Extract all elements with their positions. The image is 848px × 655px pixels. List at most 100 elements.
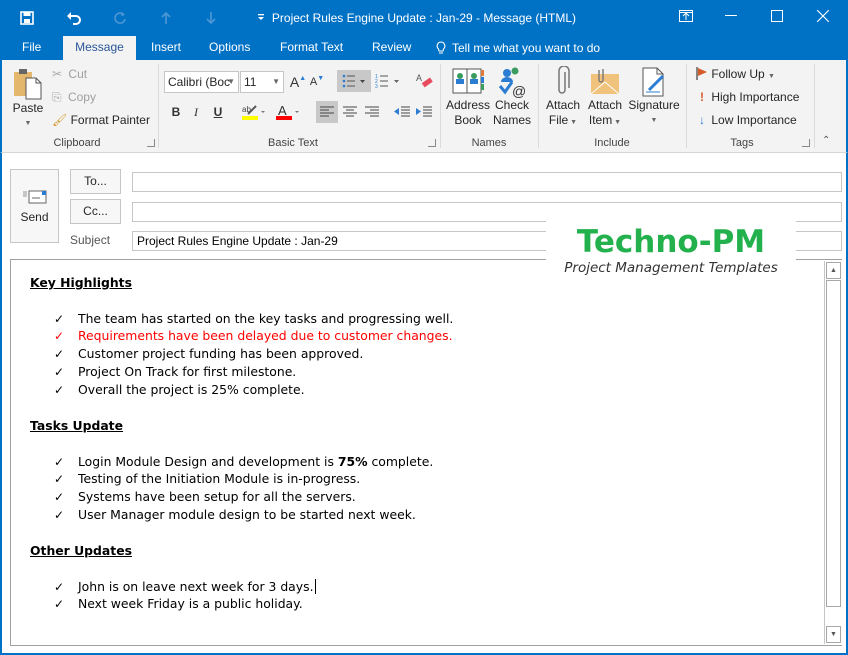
attach-item-button[interactable]: Attach Item ▼ <box>585 64 625 130</box>
tab-file[interactable]: File <box>14 36 49 60</box>
tab-options[interactable]: Options <box>201 36 258 60</box>
scrollbar-thumb[interactable] <box>826 280 841 607</box>
increase-indent-button[interactable] <box>413 101 435 123</box>
send-button[interactable]: Send <box>10 169 59 243</box>
bold-button[interactable]: B <box>165 101 187 123</box>
increase-indent-icon <box>416 106 432 117</box>
align-center-icon <box>343 106 357 117</box>
tab-format-text[interactable]: Format Text <box>272 36 351 60</box>
low-importance-button[interactable]: ↓ Low Importance <box>696 113 797 127</box>
font-size-combo[interactable]: 11 ▼ <box>240 71 284 93</box>
message-body[interactable]: Key Highlights ✓ The team has started on … <box>10 259 842 646</box>
close-button[interactable] <box>800 0 846 32</box>
scissors-icon: ✂ <box>52 67 63 81</box>
underline-button[interactable]: U <box>207 101 229 123</box>
techno-pm-logo: Techno-PM Project Management Templates <box>546 218 796 280</box>
clipboard-group-label: Clipboard <box>53 137 101 149</box>
paste-label: Paste <box>12 101 44 115</box>
format-painter-label: Format Painter <box>70 113 150 127</box>
chevron-down-icon: ▼ <box>768 73 775 80</box>
collapse-ribbon-icon[interactable]: ⌃ <box>822 135 830 146</box>
text-cursor <box>314 579 316 594</box>
tab-message[interactable]: Message <box>63 36 136 60</box>
cc-button[interactable]: Cc... <box>70 199 121 224</box>
list-item: ✓ Requirements have been delayed due to c… <box>54 328 453 343</box>
eraser-icon: A <box>416 73 433 88</box>
scroll-up-button[interactable]: ▲ <box>826 262 841 279</box>
italic-button[interactable]: I <box>185 101 207 123</box>
subject-label: Subject <box>70 233 111 247</box>
decrease-indent-icon <box>394 106 410 117</box>
address-book-label-2: Book <box>454 113 482 127</box>
address-book-label-1: Address <box>445 98 491 112</box>
to-field[interactable] <box>132 172 842 192</box>
basic-text-dialog-launcher[interactable] <box>428 139 436 147</box>
signature-button[interactable]: Signature ▼ <box>627 64 681 128</box>
flag-icon <box>696 67 707 80</box>
send-label: Send <box>20 210 49 224</box>
address-book-button[interactable]: Address Book <box>445 64 491 128</box>
group-divider <box>158 64 159 148</box>
align-right-icon <box>365 106 379 117</box>
list-item: ✓ Customer project funding has been appro… <box>54 346 364 361</box>
grow-font-icon: A <box>289 74 300 90</box>
list-item: ✓ John is on leave next week for 3 days. <box>54 579 316 594</box>
check-names-icon: @ <box>498 67 526 98</box>
bullets-button[interactable] <box>337 70 371 92</box>
align-center-button[interactable] <box>339 101 361 123</box>
minimize-button[interactable] <box>708 0 754 32</box>
checkmark-icon: ✓ <box>54 329 65 343</box>
tags-dialog-launcher[interactable] <box>802 139 810 147</box>
exclamation-icon: ! <box>700 90 704 104</box>
chevron-down-icon: ▼ <box>272 77 280 86</box>
checkmark-icon: ✓ <box>54 347 65 361</box>
low-importance-label: Low Importance <box>711 113 797 127</box>
ribbon-tabs: File Message Insert Options Format Text … <box>0 36 848 60</box>
tab-review[interactable]: Review <box>364 36 419 60</box>
copy-icon: ⎘ <box>52 90 62 104</box>
list-item: ✓ Testing of the Initiation Module is in-… <box>54 471 361 486</box>
attach-file-button[interactable]: Attach File ▼ <box>543 64 583 130</box>
align-right-button[interactable] <box>361 101 383 123</box>
paste-button[interactable]: Paste ▼ <box>10 64 46 132</box>
down-arrow-icon: ↓ <box>699 113 705 127</box>
high-importance-button[interactable]: ! High Importance <box>696 90 799 104</box>
include-group-label: Include <box>594 137 630 149</box>
font-name-combo[interactable]: Calibri (Boc ▼ <box>164 71 239 93</box>
checkmark-icon: ✓ <box>54 597 65 611</box>
logo-subtitle: Project Management Templates <box>564 260 778 276</box>
envelope-attach-icon <box>590 69 620 95</box>
list-item: ✓ Login Module Design and development is … <box>54 454 434 469</box>
align-left-button[interactable] <box>316 101 338 123</box>
clipboard-dialog-launcher[interactable] <box>147 139 155 147</box>
format-painter-button[interactable]: 🖌 Format Painter <box>52 113 150 127</box>
tags-group-label: Tags <box>730 137 754 149</box>
scroll-down-button[interactable]: ▼ <box>826 626 841 643</box>
section-heading: Tasks Update <box>30 418 124 433</box>
tell-me-search[interactable]: Tell me what you want to do <box>436 36 600 60</box>
vertical-scrollbar[interactable]: ▲ ▼ <box>824 261 841 644</box>
cut-label: Cut <box>68 67 88 81</box>
ribbon-display-options-button[interactable] <box>663 0 709 32</box>
check-names-button[interactable]: @ Check Names <box>492 64 532 128</box>
section-heading: Other Updates <box>30 543 132 558</box>
decrease-indent-button[interactable] <box>391 101 413 123</box>
shrink-font-button[interactable]: A ▼ <box>306 71 328 93</box>
maximize-button[interactable] <box>754 0 800 32</box>
list-item: ✓ User Manager module design to be starte… <box>54 507 416 522</box>
names-group-label: Names <box>471 137 507 149</box>
signature-icon <box>642 67 665 97</box>
paste-icon <box>14 69 42 100</box>
high-importance-label: High Importance <box>711 90 800 104</box>
clear-formatting-button[interactable]: A <box>413 70 435 92</box>
to-button[interactable]: To... <box>70 169 121 194</box>
highlight-color-button[interactable]: ab <box>239 101 269 123</box>
checkmark-icon: ✓ <box>54 383 65 397</box>
list-item: ✓ Next week Friday is a public holiday. <box>54 596 303 611</box>
follow-up-button[interactable]: Follow Up ▼ <box>696 67 775 81</box>
font-color-button[interactable]: A <box>273 101 303 123</box>
tab-insert[interactable]: Insert <box>143 36 189 60</box>
signature-label: Signature <box>628 98 680 112</box>
numbering-button[interactable]: 123 <box>373 70 403 92</box>
copy-button: ⎘ Copy <box>52 90 96 105</box>
